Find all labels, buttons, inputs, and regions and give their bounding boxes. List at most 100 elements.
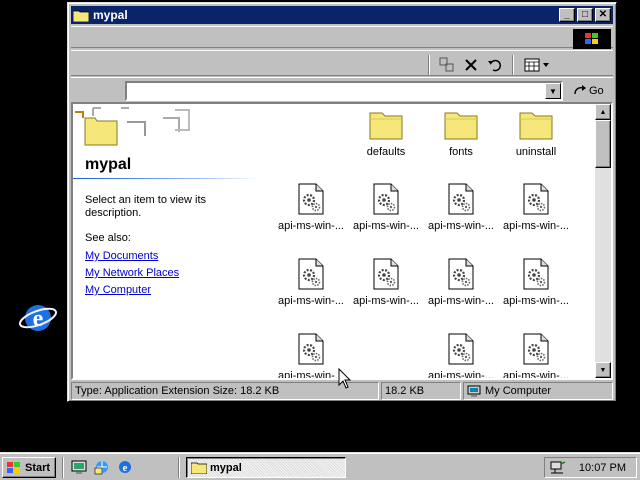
close-button[interactable]: ✕ <box>595 8 611 22</box>
delete-icon[interactable] <box>462 56 480 74</box>
zone-label: My Computer <box>485 385 552 397</box>
clock[interactable]: 10:07 PM <box>579 462 626 474</box>
file-item[interactable]: api-ms-win-... <box>275 332 347 380</box>
dll-file-icon <box>444 257 478 291</box>
system-tray: 10:07 PM <box>544 457 637 478</box>
item-label: api-ms-win-... <box>502 220 569 232</box>
file-item[interactable]: api-ms-win-... <box>500 257 572 327</box>
taskbar: Start e mypal 10:07 PM <box>0 452 640 480</box>
dll-file-icon <box>519 257 553 291</box>
start-label: Start <box>25 461 51 474</box>
desktop-internet-explorer-icon[interactable]: e <box>18 298 58 338</box>
item-label: api-ms-win-... <box>277 370 344 380</box>
item-label: uninstall <box>515 146 557 158</box>
item-label: api-ms-win-... <box>502 370 569 380</box>
item-description: Select an item to view its description. <box>85 194 207 219</box>
windows-logo-throbber <box>573 29 611 49</box>
menu-bar <box>71 26 613 49</box>
task-label: mypal <box>210 461 242 474</box>
scroll-thumb[interactable] <box>595 120 611 168</box>
my-computer-icon <box>467 385 481 397</box>
web-view-panel: mypal Select an item to view its descrip… <box>73 104 263 378</box>
item-label: defaults <box>366 146 406 158</box>
folder-item[interactable]: fonts <box>425 108 497 178</box>
scroll-down-button[interactable]: ▼ <box>595 362 611 378</box>
file-item[interactable]: api-ms-win-... <box>500 182 572 252</box>
link-my-network-places[interactable]: My Network Places <box>85 267 179 279</box>
views-icon[interactable] <box>522 56 552 74</box>
dll-file-icon <box>369 257 403 291</box>
item-label: api-ms-win-... <box>277 220 344 232</box>
item-label: api-ms-win-... <box>502 295 569 307</box>
status-size: 18.2 KB <box>381 382 461 400</box>
address-bar: ▼ Go <box>71 77 613 103</box>
file-item[interactable]: api-ms-win-... <box>275 257 347 327</box>
go-button[interactable]: Go <box>573 81 611 101</box>
internet-explorer-icon[interactable]: e <box>116 458 134 476</box>
folder-item[interactable]: uninstall <box>500 108 572 178</box>
title-bar[interactable]: mypal _ □ ✕ <box>71 6 613 24</box>
toolbar-separator <box>428 55 430 75</box>
minimize-button[interactable]: _ <box>559 8 575 22</box>
link-my-computer[interactable]: My Computer <box>85 284 151 296</box>
move-to-icon[interactable] <box>438 56 456 74</box>
show-desktop-icon[interactable] <box>70 458 88 476</box>
toolbar <box>71 50 613 76</box>
dll-file-icon <box>294 257 328 291</box>
file-item[interactable]: api-ms-win-... <box>425 332 497 380</box>
folder-icon <box>444 108 478 142</box>
svg-text:e: e <box>123 462 128 474</box>
dll-file-icon <box>444 332 478 366</box>
scroll-up-button[interactable]: ▲ <box>595 104 611 120</box>
file-item[interactable]: api-ms-win-... <box>500 332 572 380</box>
folder-item[interactable]: defaults <box>350 108 422 178</box>
address-input[interactable] <box>125 81 563 101</box>
folder-banner-icon <box>75 104 195 154</box>
dll-file-icon <box>519 182 553 216</box>
item-label: api-ms-win-... <box>352 220 419 232</box>
folder-content-area: mypal Select an item to view its descrip… <box>71 102 613 380</box>
toolbar-separator <box>512 55 514 75</box>
vertical-scrollbar[interactable]: ▲ ▼ <box>595 104 611 378</box>
status-info: Type: Application Extension Size: 18.2 K… <box>71 382 379 400</box>
dll-file-icon <box>519 332 553 366</box>
undo-icon[interactable] <box>486 56 504 74</box>
folder-icon <box>519 108 553 142</box>
file-item[interactable]: api-ms-win-... <box>425 182 497 252</box>
taskbar-separator <box>62 457 64 478</box>
quick-launch: e <box>70 458 134 476</box>
see-also-label: See also: <box>85 232 131 244</box>
item-label: api-ms-win-... <box>427 370 494 380</box>
file-item[interactable]: api-ms-win-... <box>275 182 347 252</box>
title-divider <box>73 178 259 179</box>
dll-file-icon <box>294 332 328 366</box>
item-label: fonts <box>449 146 473 158</box>
go-label: Go <box>589 85 604 97</box>
go-arrow-icon <box>574 85 586 95</box>
file-item[interactable]: api-ms-win-... <box>350 182 422 252</box>
link-my-documents[interactable]: My Documents <box>85 250 158 262</box>
explorer-window: mypal _ □ ✕ ▼ Go mypal Select an item to… <box>67 2 617 402</box>
item-label: api-ms-win-... <box>427 220 494 232</box>
network-tray-icon[interactable] <box>549 460 567 476</box>
windows-logo-icon <box>7 461 20 473</box>
address-dropdown-button[interactable]: ▼ <box>545 83 561 99</box>
start-button[interactable]: Start <box>2 457 56 478</box>
taskbar-separator <box>178 457 180 478</box>
taskbar-button-mypal[interactable]: mypal <box>186 457 346 478</box>
item-label: api-ms-win-... <box>427 295 494 307</box>
window-title: mypal <box>93 8 128 22</box>
status-zone: My Computer <box>463 382 613 400</box>
file-item[interactable]: api-ms-win-... <box>425 257 497 327</box>
folder-icon <box>73 10 89 22</box>
item-label: api-ms-win-... <box>277 295 344 307</box>
maximize-button[interactable]: □ <box>577 8 593 22</box>
explorer-icon[interactable] <box>93 458 111 476</box>
folder-title: mypal <box>85 156 132 173</box>
folder-icon <box>369 108 403 142</box>
folder-icon <box>191 462 207 474</box>
mouse-cursor-icon <box>338 368 352 389</box>
dll-file-icon <box>444 182 478 216</box>
dll-file-icon <box>369 182 403 216</box>
file-item[interactable]: api-ms-win-... <box>350 257 422 327</box>
